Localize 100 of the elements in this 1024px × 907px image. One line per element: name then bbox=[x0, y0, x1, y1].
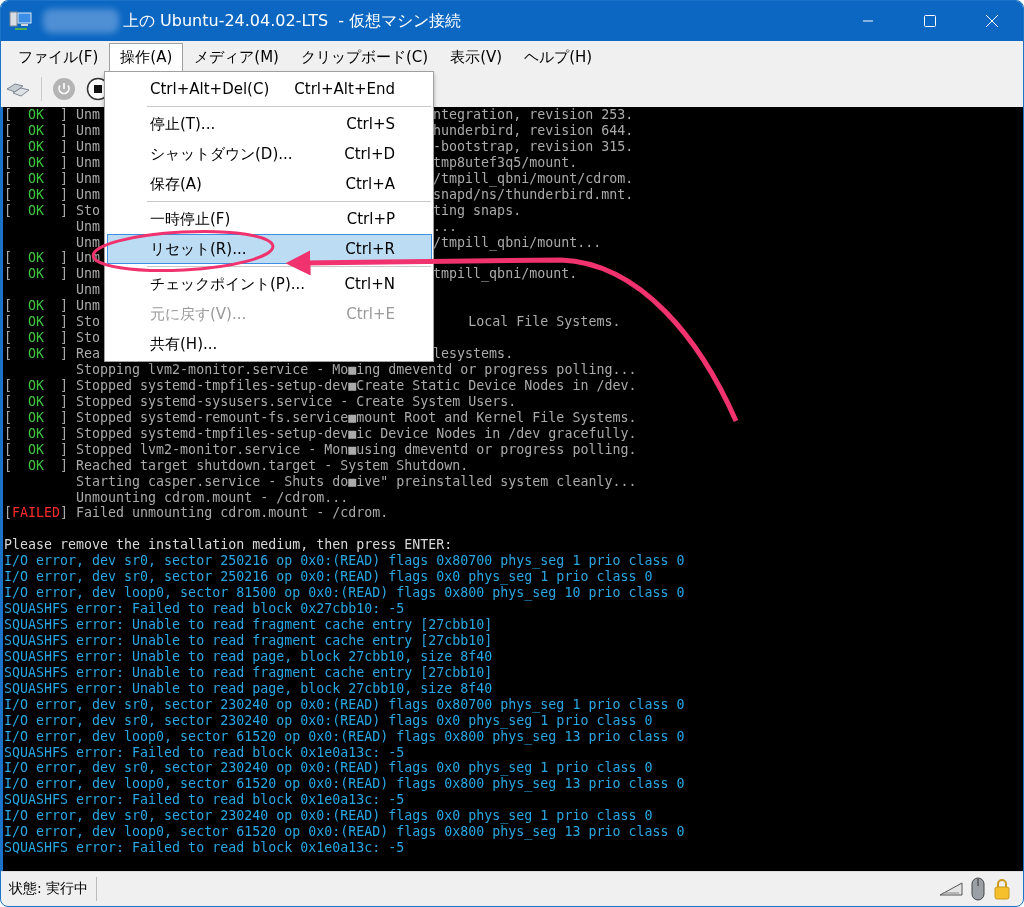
console-text: Stopping lvm2-monitor.service - Mo■ing dmeventd or progress polling... bbox=[76, 362, 637, 378]
console-text: Sto bbox=[76, 314, 101, 330]
status-label: OK bbox=[27, 202, 46, 219]
menu-option[interactable]: シャットダウン(D)... Ctrl+D bbox=[107, 139, 432, 169]
status-label: OK bbox=[27, 377, 46, 394]
menu-option[interactable]: 一時停止(F) Ctrl+P bbox=[107, 204, 432, 234]
status-label: OK bbox=[27, 314, 46, 331]
console-text: Stopped systemd-tmpfiles-setup-dev■Create Static Device Nodes in /dev. bbox=[76, 377, 637, 394]
status-label: OK bbox=[27, 107, 46, 123]
console-text: Unm bbox=[76, 138, 101, 154]
computer-icon bbox=[9, 10, 33, 32]
menu-item[interactable]: ヘルプ(H) bbox=[513, 43, 604, 71]
maximize-icon bbox=[923, 14, 937, 28]
console-text: Unm bbox=[76, 122, 101, 138]
window-title: 上の Ubuntu-24.04.02-LTS - 仮想マシン接続 bbox=[123, 10, 462, 32]
bracket-text: [ bbox=[4, 186, 12, 202]
console-text: /tmpill_qbni/mount... bbox=[433, 234, 602, 251]
bracket-text: [ bbox=[4, 107, 12, 122]
status-label: OK bbox=[27, 122, 46, 139]
bracket-text: ] bbox=[60, 457, 69, 473]
menu-option[interactable]: Ctrl+Alt+Del(C) Ctrl+Alt+End bbox=[107, 74, 432, 104]
status-label: FAILED bbox=[12, 505, 61, 522]
console-line: SQUASHFS error: Unable to read fragment cache entry [27cbb10] bbox=[4, 617, 493, 633]
bracket-text: [ bbox=[4, 393, 12, 409]
status-text: 状態: 実行中 bbox=[1, 877, 98, 901]
bracket-text: ] bbox=[60, 266, 69, 282]
bracket-text: [ bbox=[4, 298, 12, 314]
bracket-text: [ bbox=[4, 457, 12, 473]
status-label: OK bbox=[27, 457, 46, 474]
bracket-text: [ bbox=[4, 250, 12, 266]
console-text: ... bbox=[433, 218, 458, 235]
bracket-text: [ bbox=[4, 346, 12, 362]
status-label: OK bbox=[27, 441, 46, 458]
bracket-text: [ bbox=[4, 202, 12, 218]
bracket-text: ] bbox=[60, 505, 69, 521]
console-line: I/O error, dev loop0, sector 81500 op 0x0:(READ) flags 0x800 phys_seg 10 prio class 0 bbox=[4, 585, 685, 602]
menu-option[interactable]: 保存(A) Ctrl+A bbox=[107, 169, 432, 199]
status-label: OK bbox=[27, 330, 46, 347]
console-text: Unm bbox=[76, 266, 101, 282]
console-text: lesystems. bbox=[433, 346, 514, 362]
console-line: I/O error, dev sr0, sector 230240 op 0x0:(READ) flags 0x80700 phys_seg 1 prio class 0 bbox=[4, 696, 685, 713]
bracket-text: ] bbox=[60, 393, 69, 409]
keyboard-icon bbox=[939, 881, 963, 897]
console-text: Unm bbox=[76, 107, 101, 122]
keyboard-keys-icon[interactable] bbox=[5, 80, 31, 98]
menu-item[interactable]: メディア(M) bbox=[183, 43, 290, 71]
console-line: I/O error, dev sr0, sector 230240 op 0x0:(READ) flags 0x0 phys_seg 1 prio class 0 bbox=[4, 808, 653, 825]
bracket-text: ] bbox=[60, 346, 69, 362]
console-text: tmp8utef3q5/mount. bbox=[433, 154, 578, 171]
status-label: OK bbox=[27, 409, 46, 426]
bracket-text: ] bbox=[60, 202, 69, 218]
bracket-text: [ bbox=[4, 330, 12, 346]
bracket-text: ] bbox=[60, 154, 69, 170]
menu-item[interactable]: 表示(V) bbox=[439, 43, 514, 71]
console-text: Unm bbox=[76, 170, 101, 186]
console-line: SQUASHFS error: Unable to read fragment cache entry [27cbb10] bbox=[4, 664, 493, 681]
bracket-text: ] bbox=[60, 170, 69, 186]
status-label: OK bbox=[27, 154, 46, 171]
status-label: OK bbox=[27, 138, 46, 155]
menu-item[interactable]: 操作(A) bbox=[109, 43, 184, 71]
bracket-text: [ bbox=[4, 425, 12, 441]
console-text: -bootstrap, revision 315. bbox=[433, 138, 634, 155]
console-text: Unm bbox=[76, 298, 101, 315]
power-icon[interactable] bbox=[52, 77, 76, 101]
bracket-text: [ bbox=[4, 441, 12, 457]
console-line: I/O error, dev loop0, sector 61520 op 0x0:(READ) flags 0x800 phys_seg 13 prio class 0 bbox=[4, 824, 685, 841]
status-label: OK bbox=[27, 170, 46, 187]
console-text: Rea bbox=[76, 346, 101, 362]
bracket-text: [ bbox=[4, 170, 12, 186]
console-text: ting snaps. bbox=[433, 202, 522, 219]
bracket-text: ] bbox=[60, 186, 69, 202]
bracket-text: ] bbox=[60, 250, 69, 266]
console-text: Unm bbox=[76, 218, 101, 234]
menu-option[interactable]: 共有(H)... bbox=[107, 329, 432, 359]
bracket-text: ] bbox=[60, 314, 69, 330]
menu-item[interactable]: クリップボード(C) bbox=[289, 43, 440, 71]
menu-item[interactable]: ファイル(F) bbox=[7, 43, 110, 71]
console-line: SQUASHFS error: Failed to read block 0x1e0a13c: -5 bbox=[4, 840, 405, 857]
console-text: Sto bbox=[76, 330, 101, 347]
status-label: OK bbox=[27, 266, 46, 283]
menu-option[interactable]: 停止(T)... Ctrl+S bbox=[107, 109, 432, 139]
console-text: Local File Systems. bbox=[468, 314, 621, 331]
mouse-icon bbox=[971, 877, 985, 901]
console-text: Starting casper.service - Shuts do■ive" preinstalled system cleanly... bbox=[76, 473, 637, 490]
bracket-text: [ bbox=[4, 122, 12, 138]
console-text: ntegration, revision 253. bbox=[433, 107, 634, 123]
console-line: I/O error, dev sr0, sector 230240 op 0x0:(READ) flags 0x0 phys_seg 1 prio class 0 bbox=[4, 712, 653, 729]
bracket-text: ] bbox=[60, 425, 69, 441]
console-text: Unm bbox=[76, 234, 101, 250]
bracket-text: ] bbox=[60, 330, 69, 346]
console-line: I/O error, dev sr0, sector 250216 op 0x0:(READ) flags 0x80700 phys_seg 1 prio class 0 bbox=[4, 553, 685, 570]
console-text: /tmpill_qbni/mount/cdrom. bbox=[433, 170, 634, 187]
console-text: Stopped lvm2-monitor.service - Mon■using dmeventd or progress polling. bbox=[76, 441, 637, 458]
menu-option[interactable]: チェックポイント(P)... Ctrl+N bbox=[107, 269, 432, 299]
console-text: Unm bbox=[76, 186, 101, 202]
console-text: hunderbird, revision 644. bbox=[433, 122, 634, 139]
console-text: Stopped systemd-remount-fs.service■mount Root and Kernel File Systems. bbox=[76, 409, 637, 426]
console-line: SQUASHFS error: Unable to read fragment cache entry [27cbb10] bbox=[4, 632, 493, 649]
bracket-text: [ bbox=[4, 377, 12, 393]
console-text: Unmounting cdrom.mount - /cdrom... bbox=[76, 489, 349, 506]
